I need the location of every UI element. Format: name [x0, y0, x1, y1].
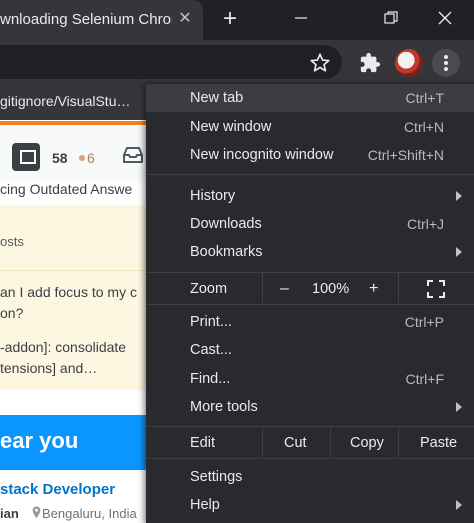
- chrome-menu: New tab Ctrl+T New window Ctrl+N New inc…: [146, 82, 474, 523]
- restore-button[interactable]: [366, 0, 416, 36]
- reputation-count: 58: [52, 150, 68, 166]
- browser-tab[interactable]: wnloading Selenium Chrom ✕: [0, 0, 203, 40]
- tab-title: wnloading Selenium Chrom: [0, 11, 172, 28]
- bronze-badge-icon: [79, 155, 85, 161]
- menu-item-label: Downloads: [190, 216, 262, 232]
- close-window-button[interactable]: [420, 0, 470, 36]
- menu-item-label: Bookmarks: [190, 244, 263, 260]
- menu-separator: [146, 458, 474, 459]
- menu-dot: [444, 55, 448, 59]
- menu-separator: [146, 272, 474, 273]
- zoom-in-button[interactable]: +: [369, 280, 378, 298]
- hiring-banner-text: ear you: [0, 428, 79, 453]
- row-divider: [262, 427, 263, 457]
- row-divider: [330, 427, 331, 457]
- menu-item-label: Find...: [190, 371, 231, 387]
- menu-separator: [146, 174, 474, 175]
- submenu-arrow-icon: [456, 191, 462, 201]
- menu-item-help[interactable]: Help: [146, 491, 474, 519]
- menu-item-cast[interactable]: Cast...: [146, 336, 474, 364]
- restore-icon: [384, 11, 398, 24]
- menu-item-label: New window: [190, 119, 272, 135]
- chrome-menu-button[interactable]: [432, 49, 460, 77]
- menu-dot: [444, 67, 448, 71]
- menu-item-shortcut: Ctrl+T: [405, 90, 445, 106]
- job-company: ian: [0, 506, 19, 521]
- menu-item-shortcut: Ctrl+P: [404, 314, 444, 330]
- title-bar: wnloading Selenium Chrom ✕ +: [0, 0, 474, 40]
- paste-button[interactable]: Paste: [420, 435, 457, 451]
- menu-item-shortcut: Ctrl+J: [407, 216, 444, 232]
- menu-item-label: Help: [190, 497, 220, 513]
- menu-item-label: Settings: [190, 469, 243, 485]
- zoom-level: 100%: [312, 281, 350, 297]
- menu-item-bookmarks[interactable]: Bookmarks: [146, 238, 474, 266]
- menu-item-history[interactable]: History: [146, 182, 474, 210]
- row-divider: [398, 427, 399, 457]
- copy-button[interactable]: Copy: [350, 435, 384, 451]
- menu-separator: [146, 304, 474, 305]
- address-bar[interactable]: [0, 45, 342, 79]
- inbox-icon[interactable]: [122, 146, 144, 164]
- posts-heading: osts: [0, 234, 24, 249]
- tab-close-icon[interactable]: ✕: [176, 9, 194, 29]
- post-link[interactable]: tensions] and…: [0, 360, 97, 376]
- bookmark-star-icon[interactable]: [309, 52, 331, 74]
- cut-button[interactable]: Cut: [284, 435, 307, 451]
- menu-item-label: New tab: [190, 90, 244, 106]
- menu-item-settings[interactable]: Settings: [146, 463, 474, 491]
- edit-label: Edit: [190, 435, 215, 451]
- close-icon: [438, 11, 452, 25]
- fullscreen-icon[interactable]: [427, 280, 445, 298]
- zoom-label: Zoom: [190, 281, 228, 297]
- row-divider: [398, 273, 399, 303]
- menu-item-shortcut: Ctrl+Shift+N: [367, 147, 444, 163]
- minimize-button[interactable]: [276, 0, 326, 36]
- bookmark-item[interactable]: gitignore/VisualStu…: [0, 93, 130, 109]
- bronze-badge-count: 6: [87, 150, 95, 166]
- menu-item-new-incognito-window[interactable]: New incognito window Ctrl+Shift+N: [146, 141, 474, 169]
- profile-avatar[interactable]: [395, 49, 423, 77]
- menu-item-shortcut: Ctrl+F: [405, 371, 445, 387]
- menu-item-label: More tools: [190, 399, 258, 415]
- post-link[interactable]: an I add focus to my c: [0, 284, 137, 300]
- location-pin-icon: [32, 506, 41, 519]
- submenu-arrow-icon: [456, 402, 462, 412]
- menu-item-downloads[interactable]: Downloads Ctrl+J: [146, 210, 474, 238]
- menu-item-label: History: [190, 188, 236, 204]
- menu-item-print[interactable]: Print... Ctrl+P: [146, 308, 474, 336]
- menu-item-label: New incognito window: [190, 147, 334, 163]
- menu-item-shortcut: Ctrl+N: [403, 119, 444, 135]
- submenu-arrow-icon: [456, 500, 462, 510]
- menu-item-new-window[interactable]: New window Ctrl+N: [146, 113, 474, 141]
- achievements-icon[interactable]: [12, 143, 40, 171]
- minimize-icon: [295, 17, 307, 19]
- menu-item-more-tools[interactable]: More tools: [146, 393, 474, 421]
- menu-dot: [444, 61, 448, 65]
- menu-item-new-tab[interactable]: New tab Ctrl+T: [146, 84, 474, 112]
- row-divider: [262, 273, 263, 303]
- zoom-out-button[interactable]: –: [280, 280, 289, 298]
- post-link[interactable]: -addon]: consolidate: [0, 339, 126, 355]
- menu-item-label: Cast...: [190, 342, 232, 358]
- menu-item-label: Print...: [190, 314, 232, 330]
- submenu-arrow-icon: [456, 247, 462, 257]
- job-title-link[interactable]: stack Developer: [0, 481, 115, 498]
- new-tab-button[interactable]: +: [217, 6, 243, 34]
- notice-banner-text: cing Outdated Answe: [0, 181, 133, 197]
- menu-separator: [146, 426, 474, 427]
- post-link[interactable]: on?: [0, 305, 23, 321]
- extensions-puzzle-icon[interactable]: [359, 52, 381, 74]
- job-location: Bengaluru, India: [42, 506, 137, 521]
- menu-item-find[interactable]: Find... Ctrl+F: [146, 365, 474, 393]
